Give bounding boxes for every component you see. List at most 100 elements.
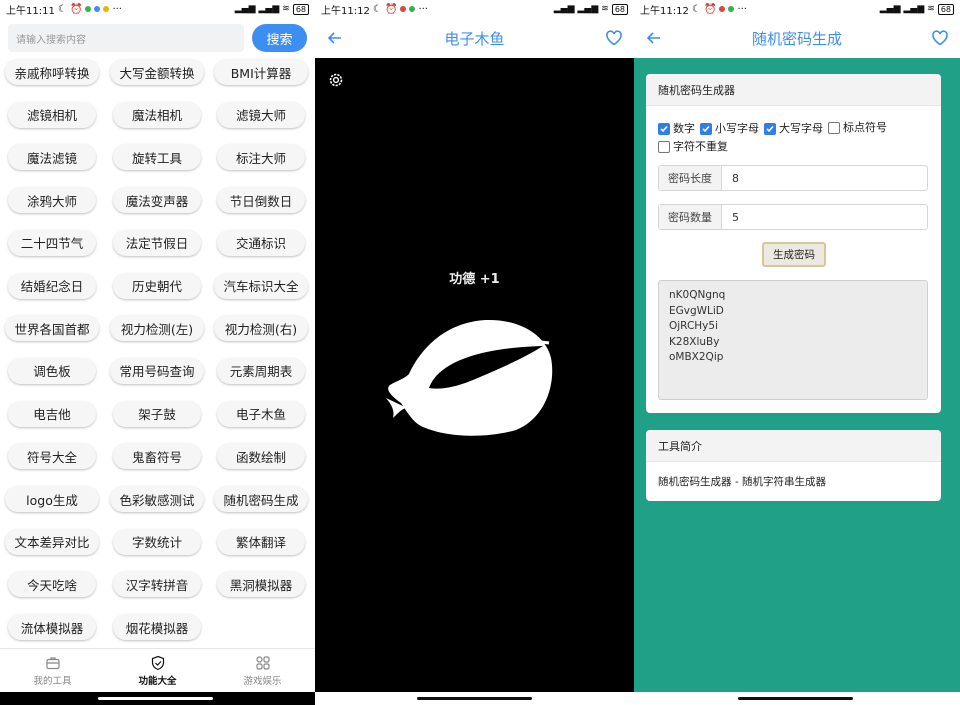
tool-chip[interactable]: 二十四节气: [8, 229, 96, 256]
tool-chip[interactable]: 符号大全: [8, 443, 96, 470]
tool-chip[interactable]: 滤镜相机: [8, 101, 96, 128]
length-label: 密码长度: [659, 166, 722, 190]
option-checkbox[interactable]: 大写字母: [764, 121, 823, 137]
tool-chip[interactable]: 黑洞模拟器: [217, 571, 305, 598]
signal-icon: ▂▄▆: [258, 4, 280, 14]
generate-button[interactable]: 生成密码: [762, 242, 826, 267]
tool-chip[interactable]: 大写金额转换: [110, 59, 204, 85]
length-field[interactable]: 密码长度 8: [658, 165, 928, 191]
search-button[interactable]: 搜索: [252, 24, 307, 52]
checked-box-icon[interactable]: [700, 123, 712, 135]
home-indicator[interactable]: [417, 697, 532, 700]
length-input[interactable]: 8: [722, 166, 927, 190]
generator-card: 随机密码生成器 数字 小写字母 大写字母 标点符号 字符不重复 密码长度 8 密码数量 …: [646, 74, 941, 413]
page-title: 电子木鱼: [444, 29, 505, 48]
more-notifications-icon: ···: [418, 3, 428, 15]
battery-icon: 68: [292, 3, 309, 15]
tool-chip[interactable]: 交通标识: [217, 229, 305, 256]
more-notifications-icon: ···: [112, 3, 122, 15]
tool-chip[interactable]: 视力检测(左): [110, 315, 204, 342]
grid-icon: [255, 655, 270, 670]
checked-box-icon[interactable]: [764, 123, 776, 135]
option-label: 大写字母: [779, 122, 823, 135]
favorite-heart-icon[interactable]: [604, 28, 624, 48]
tool-chip[interactable]: 随机密码生成: [214, 486, 308, 512]
tool-chip[interactable]: 繁体翻译: [217, 528, 305, 555]
tool-chip[interactable]: 亲戚称呼转换: [5, 59, 99, 85]
option-checkbox[interactable]: 标点符号: [828, 120, 887, 136]
tool-chip[interactable]: 常用号码查询: [110, 357, 204, 384]
count-input[interactable]: 5: [722, 205, 927, 229]
signal-icon: ▂▄▆: [234, 4, 256, 14]
root: 上午11:11 ☾ ⏰ ··· ▂▄▆ ▂▄▆ ≋ 68 请输入搜索内容 搜索 …: [0, 0, 960, 705]
tool-chip[interactable]: 电子木鱼: [217, 400, 305, 427]
tool-chip[interactable]: 魔法相机: [113, 101, 201, 128]
status-bar: 上午11:12 ☾ ⏰ ··· ▂▄▆ ▂▄▆ ≋ 68: [634, 0, 960, 18]
battery-icon: 68: [937, 3, 954, 15]
tool-chip[interactable]: 鬼畜符号: [113, 443, 201, 470]
tab-games[interactable]: 游戏娱乐: [210, 649, 315, 692]
tool-chip[interactable]: 魔法变声器: [113, 187, 201, 214]
tool-chip[interactable]: 元素周期表: [217, 357, 305, 384]
tool-chip[interactable]: 电吉他: [8, 400, 96, 427]
tool-chip[interactable]: 节日倒数日: [217, 187, 305, 214]
tool-chip[interactable]: 魔法滤镜: [8, 144, 96, 171]
tool-chip[interactable]: 旋转工具: [113, 144, 201, 171]
app-notification-icon: [719, 6, 726, 12]
search-input[interactable]: 请输入搜索内容: [8, 24, 244, 52]
favorite-heart-icon[interactable]: [930, 28, 950, 48]
shield-icon: [151, 655, 164, 670]
tab-label: 游戏娱乐: [243, 675, 282, 687]
home-indicator[interactable]: [98, 697, 213, 700]
tool-chip[interactable]: 结婚纪念日: [8, 272, 96, 299]
tool-chip[interactable]: 历史朝代: [113, 272, 201, 299]
tool-chip[interactable]: 世界各国首都: [5, 315, 99, 342]
page-title: 随机密码生成: [751, 29, 842, 48]
tool-chip[interactable]: 架子鼓: [113, 400, 201, 427]
tool-chip[interactable]: 汽车标识大全: [214, 272, 308, 299]
option-checkbox[interactable]: 数字: [658, 121, 695, 137]
tool-chip[interactable]: 调色板: [8, 357, 96, 384]
app-notification-icon: [400, 6, 407, 12]
intro-text: 随机密码生成器 - 随机字符串生成器: [658, 476, 826, 488]
wooden-fish-icon[interactable]: [381, 308, 556, 438]
option-checkbox[interactable]: 字符不重复: [658, 139, 728, 155]
unchecked-box-icon[interactable]: [828, 122, 840, 134]
tool-chip[interactable]: 涂鸦大师: [8, 187, 96, 214]
tool-chip[interactable]: 视力检测(右): [214, 315, 308, 342]
tool-chip[interactable]: 滤镜大师: [217, 101, 305, 128]
settings-gear-icon[interactable]: [327, 71, 345, 89]
unchecked-box-icon[interactable]: [658, 141, 670, 153]
tool-chip[interactable]: logo生成: [5, 486, 99, 512]
password-line: nK0QNgnq: [669, 289, 726, 301]
tool-chip[interactable]: 色彩敏感测试: [110, 486, 204, 512]
tool-chip[interactable]: 流体模拟器: [8, 614, 96, 641]
status-icons: ☾ ⏰: [57, 3, 83, 15]
tab-all-functions[interactable]: 功能大全: [105, 649, 210, 692]
home-indicator[interactable]: [738, 697, 853, 700]
back-arrow-icon[interactable]: [325, 28, 345, 48]
count-label: 密码数量: [659, 205, 722, 229]
count-field[interactable]: 密码数量 5: [658, 204, 928, 230]
tool-chip[interactable]: 函数绘制: [217, 443, 305, 470]
wifi-icon: ≋: [601, 4, 609, 14]
intro-card: 工具简介 随机密码生成器 - 随机字符串生成器: [646, 430, 941, 501]
password-generator-screen: 上午11:12 ☾ ⏰ ··· ▂▄▆ ▂▄▆ ≋ 68 随机密码生成 随机密码…: [634, 0, 960, 705]
tool-chip[interactable]: 标注大师: [217, 144, 305, 171]
intro-title: 工具简介: [646, 430, 941, 462]
checked-box-icon[interactable]: [658, 123, 670, 135]
back-arrow-icon[interactable]: [644, 28, 664, 48]
tool-chip[interactable]: 法定节假日: [113, 229, 201, 256]
tool-chip[interactable]: 文本差异对比: [5, 528, 99, 555]
tool-chip[interactable]: 汉字转拼音: [113, 571, 201, 598]
password-output[interactable]: nK0QNgnq EGvgWLiD OjRCHy5i K28XluBy oMBX2Qip: [658, 280, 928, 400]
tool-chip[interactable]: BMI计算器: [214, 59, 308, 85]
tool-chip[interactable]: 字数统计: [113, 528, 201, 555]
signal-icon: ▂▄▆: [553, 4, 575, 14]
app-bar: 电子木鱼: [315, 18, 634, 58]
tab-my-tools[interactable]: 我的工具: [0, 649, 105, 692]
status-time: 上午11:11: [6, 5, 55, 17]
option-checkbox[interactable]: 小写字母: [700, 121, 759, 137]
tool-chip[interactable]: 烟花模拟器: [113, 614, 201, 641]
tool-chip[interactable]: 今天吃啥: [8, 571, 96, 598]
